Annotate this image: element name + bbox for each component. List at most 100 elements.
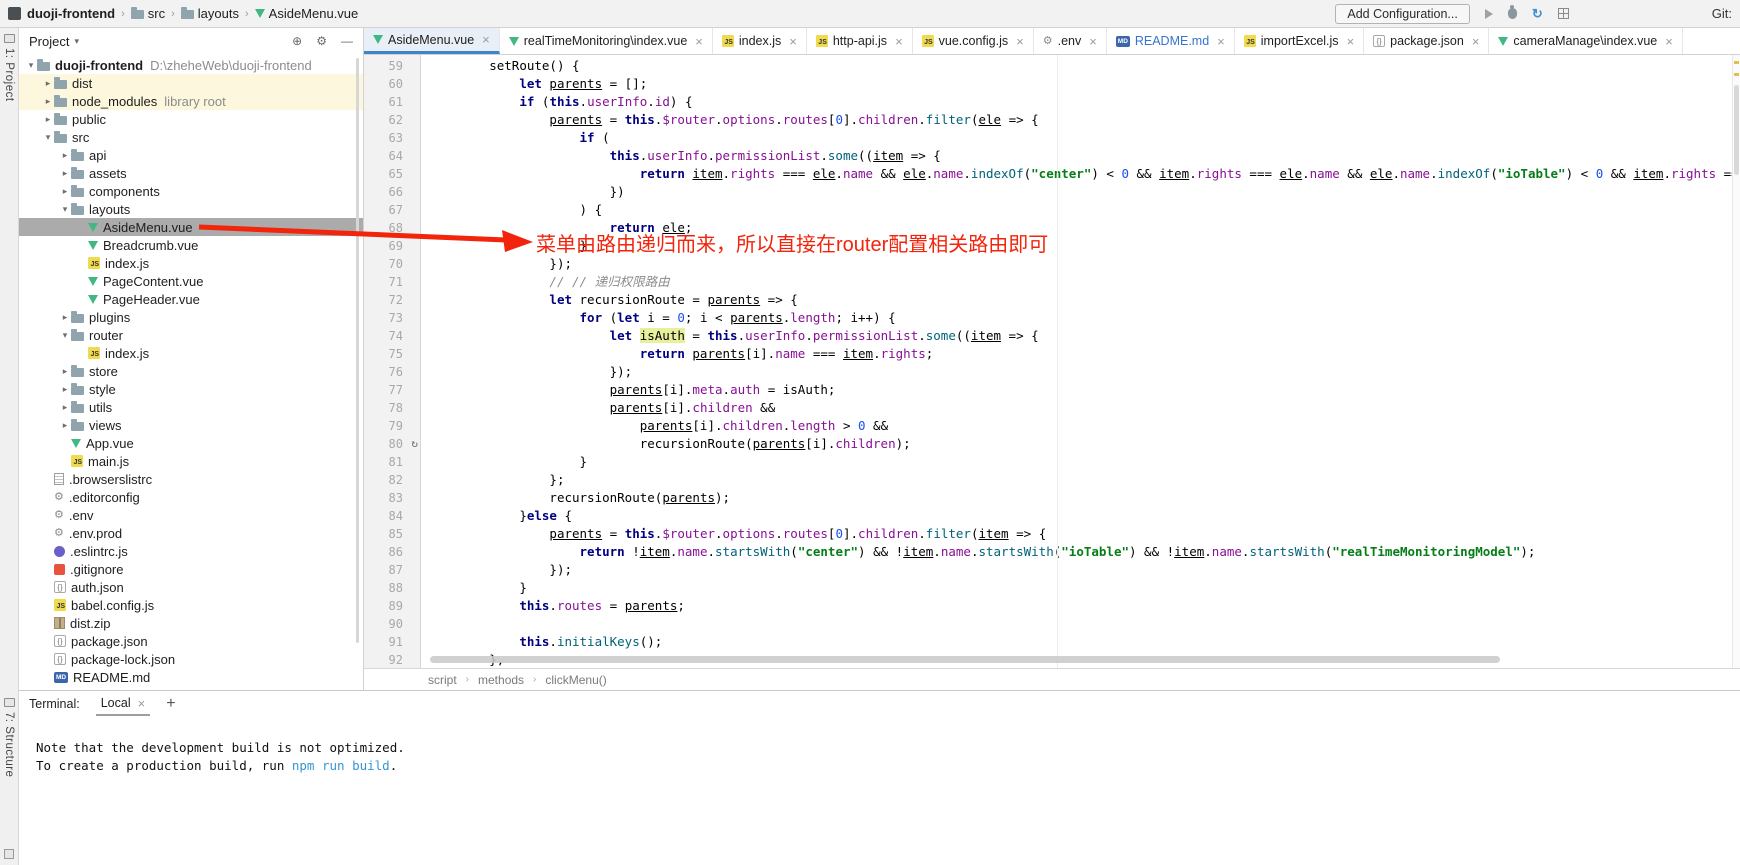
close-icon[interactable]: ×	[1347, 34, 1355, 49]
tree-item-assets[interactable]: ▸assets	[19, 164, 363, 182]
expand-arrow-icon[interactable]: ▸	[42, 78, 54, 89]
tree-item-public[interactable]: ▸public	[19, 110, 363, 128]
add-configuration-button[interactable]: Add Configuration...	[1335, 4, 1470, 24]
chevron-down-icon[interactable]: ▾	[74, 36, 79, 47]
grid-icon[interactable]	[1558, 8, 1569, 19]
tab-index-js[interactable]: JSindex.js×	[713, 28, 807, 54]
terminal-tab-local[interactable]: Local ×	[96, 693, 150, 716]
expand-arrow-icon[interactable]: ▸	[59, 168, 71, 179]
terminal-output[interactable]: Note that the development build is not o…	[19, 717, 1740, 865]
tree-item-package-json[interactable]: {}package.json	[19, 632, 363, 650]
tree-item-eslintrc-js[interactable]: .eslintrc.js	[19, 542, 363, 560]
tree-item-src[interactable]: ▾src	[19, 128, 363, 146]
close-icon[interactable]: ×	[1016, 34, 1024, 49]
expand-arrow-icon[interactable]: ▸	[42, 96, 54, 107]
breadcrumb-item-clickmenu[interactable]: clickMenu()	[545, 673, 606, 687]
update-icon[interactable]: ↻	[1532, 7, 1543, 20]
git-branch-label[interactable]: Git:	[1712, 6, 1732, 21]
tree-item-index-js[interactable]: JSindex.js	[19, 254, 363, 272]
hide-icon[interactable]: ―	[341, 35, 353, 47]
tree-item-breadcrumb-vue[interactable]: Breadcrumb.vue	[19, 236, 363, 254]
settings-icon[interactable]: ⚙	[316, 35, 327, 47]
expand-arrow-icon[interactable]: ▸	[59, 186, 71, 197]
tree-item-store[interactable]: ▸store	[19, 362, 363, 380]
tree-item-pageheader-vue[interactable]: PageHeader.vue	[19, 290, 363, 308]
tree-item-auth-json[interactable]: {}auth.json	[19, 578, 363, 596]
expand-arrow-icon[interactable]: ▾	[59, 330, 71, 341]
expand-arrow-icon[interactable]: ▸	[59, 150, 71, 161]
tree-item-dist[interactable]: ▸dist	[19, 74, 363, 92]
stripe-bottom-icon[interactable]	[4, 849, 14, 859]
tab-vue-config-js[interactable]: JSvue.config.js×	[913, 28, 1034, 54]
tab-readme-md[interactable]: MDREADME.md×	[1107, 28, 1235, 54]
close-icon[interactable]: ×	[482, 32, 490, 47]
tree-item-duoji-frontend[interactable]: ▾duoji-frontendD:\zheheWeb\duoji-fronten…	[19, 56, 363, 74]
tree-item-package-lock-json[interactable]: {}package-lock.json	[19, 650, 363, 668]
tree-item-babel-config-js[interactable]: JSbabel.config.js	[19, 596, 363, 614]
breadcrumb-item-layouts[interactable]: layouts	[181, 6, 239, 21]
tab-asidemenu-vue[interactable]: AsideMenu.vue×	[364, 28, 500, 54]
breadcrumb-item-src[interactable]: src	[131, 6, 165, 21]
close-icon[interactable]: ×	[1472, 34, 1480, 49]
tree-item-router[interactable]: ▾router	[19, 326, 363, 344]
tab-cameramanage-index-vue[interactable]: cameraManage\index.vue×	[1489, 28, 1682, 54]
tree-item-app-vue[interactable]: App.vue	[19, 434, 363, 452]
breadcrumb-item-methods[interactable]: methods	[478, 673, 524, 687]
tree-item-utils[interactable]: ▸utils	[19, 398, 363, 416]
tab-package-json[interactable]: {}package.json×	[1364, 28, 1489, 54]
expand-arrow-icon[interactable]: ▸	[59, 420, 71, 431]
tree-item-env[interactable]: ⚙.env	[19, 506, 363, 524]
close-icon[interactable]: ×	[895, 34, 903, 49]
tree-item-gitignore[interactable]: .gitignore	[19, 560, 363, 578]
recursive-call-icon[interactable]: ↻	[411, 435, 418, 453]
tree-item-layouts[interactable]: ▾layouts	[19, 200, 363, 218]
tree-item-browserslistrc[interactable]: .browserslistrc	[19, 470, 363, 488]
debug-icon[interactable]	[1508, 8, 1517, 19]
close-icon[interactable]: ×	[1089, 34, 1097, 49]
project-panel-title[interactable]: Project	[29, 34, 69, 49]
code-area[interactable]: setRoute() { let parents = []; if (this.…	[421, 55, 1740, 668]
run-icon[interactable]	[1485, 9, 1493, 19]
tab-importexcel-js[interactable]: JSimportExcel.js×	[1235, 28, 1364, 54]
tab-env[interactable]: ⚙.env×	[1034, 28, 1107, 54]
expand-arrow-icon[interactable]: ▾	[25, 60, 37, 71]
locate-icon[interactable]: ⊕	[292, 35, 302, 47]
vertical-scrollbar[interactable]	[1734, 85, 1739, 175]
close-icon[interactable]: ×	[1665, 34, 1673, 49]
tree-item-editorconfig[interactable]: ⚙.editorconfig	[19, 488, 363, 506]
project-tree-scrollbar[interactable]	[356, 58, 359, 643]
new-terminal-button[interactable]: +	[166, 695, 175, 713]
tree-item-index-js[interactable]: JSindex.js	[19, 344, 363, 362]
breadcrumb-item-duoji-frontend[interactable]: duoji-frontend	[27, 6, 115, 21]
tab-http-api-js[interactable]: JShttp-api.js×	[807, 28, 913, 54]
expand-arrow-icon[interactable]: ▸	[42, 114, 54, 125]
tree-item-style[interactable]: ▸style	[19, 380, 363, 398]
expand-arrow-icon[interactable]: ▾	[42, 132, 54, 143]
stripe-project-button[interactable]: 1: Project	[3, 34, 15, 102]
expand-arrow-icon[interactable]: ▸	[59, 384, 71, 395]
tab-realtimemonitoring-index-vue[interactable]: realTimeMonitoring\index.vue×	[500, 28, 713, 54]
tree-item-components[interactable]: ▸components	[19, 182, 363, 200]
horizontal-scrollbar[interactable]	[430, 656, 1500, 663]
close-icon[interactable]: ×	[789, 34, 797, 49]
stripe-structure-button[interactable]: 7: Structure	[3, 698, 15, 777]
tree-item-node-modules[interactable]: ▸node_moduleslibrary root	[19, 92, 363, 110]
tree-item-pagecontent-vue[interactable]: PageContent.vue	[19, 272, 363, 290]
tree-item-views[interactable]: ▸views	[19, 416, 363, 434]
close-icon[interactable]: ×	[695, 34, 703, 49]
breadcrumb-item-asidemenu-vue[interactable]: AsideMenu.vue	[255, 6, 359, 21]
expand-arrow-icon[interactable]: ▸	[59, 366, 71, 377]
close-icon[interactable]: ×	[138, 696, 146, 711]
tree-item-api[interactable]: ▸api	[19, 146, 363, 164]
expand-arrow-icon[interactable]: ▸	[59, 402, 71, 413]
tree-item-readme-md[interactable]: MDREADME.md	[19, 668, 363, 686]
expand-arrow-icon[interactable]: ▾	[59, 204, 71, 215]
tree-item-dist-zip[interactable]: dist.zip	[19, 614, 363, 632]
breadcrumb-item-script[interactable]: script	[428, 673, 457, 687]
expand-arrow-icon[interactable]: ▸	[59, 312, 71, 323]
tree-item-env-prod[interactable]: ⚙.env.prod	[19, 524, 363, 542]
close-icon[interactable]: ×	[1217, 34, 1225, 49]
tree-item-plugins[interactable]: ▸plugins	[19, 308, 363, 326]
tree-item-asidemenu-vue[interactable]: AsideMenu.vue	[19, 218, 363, 236]
tree-item-main-js[interactable]: JSmain.js	[19, 452, 363, 470]
